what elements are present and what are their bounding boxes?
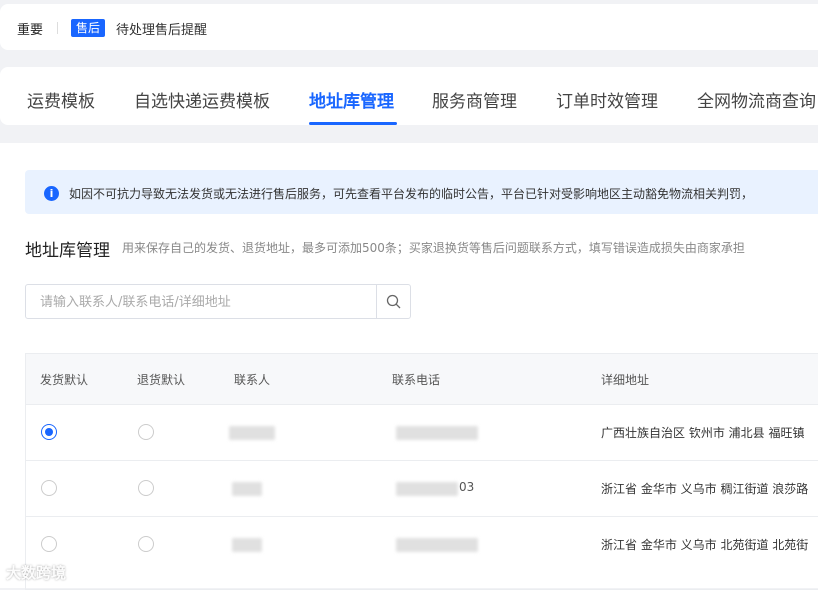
return-default-radio[interactable] bbox=[138, 536, 154, 552]
tab-address-library[interactable]: 地址库管理 bbox=[309, 87, 394, 112]
phone-redacted bbox=[396, 538, 478, 552]
main-panel: i 如因不可抗力导致无法发货或无法进行售后服务，可先查看平台发布的临时公告，平台… bbox=[0, 143, 818, 590]
return-default-radio[interactable] bbox=[138, 480, 154, 496]
return-default-radio[interactable] bbox=[138, 424, 154, 440]
search-icon bbox=[386, 294, 401, 309]
header-address: 详细地址 bbox=[601, 373, 650, 387]
info-banner-text: 如因不可抗力导致无法发货或无法进行售后服务，可先查看平台发布的临时公告，平台已针… bbox=[69, 187, 754, 201]
contact-redacted bbox=[232, 538, 262, 552]
phone-redacted bbox=[396, 482, 458, 496]
table-row: 03 浙江省 金华市 义乌市 稠江街道 浪莎路 bbox=[26, 460, 818, 517]
table-row: 浙江省 金华市 义乌市 北苑街道 北苑街 bbox=[26, 516, 818, 573]
tab-freight-template[interactable]: 运费模板 bbox=[27, 87, 95, 112]
header-contact: 联系人 bbox=[234, 373, 271, 387]
ship-default-radio[interactable] bbox=[41, 480, 57, 496]
divider bbox=[57, 22, 58, 34]
header-phone: 联系电话 bbox=[392, 373, 441, 387]
info-banner: i 如因不可抗力导致无法发货或无法进行售后服务，可先查看平台发布的临时公告，平台… bbox=[25, 170, 818, 214]
tab-custom-express-freight-template[interactable]: 自选快递运费模板 bbox=[134, 87, 270, 112]
phone-cell: 03 bbox=[459, 480, 475, 494]
important-label: 重要 bbox=[17, 23, 44, 38]
table-row: 广西壮族自治区 钦州市 浦北县 福旺镇 bbox=[26, 404, 818, 461]
info-icon: i bbox=[44, 186, 59, 201]
header-return-default: 退货默认 bbox=[137, 373, 186, 387]
search-box bbox=[25, 284, 411, 319]
active-tab-indicator bbox=[309, 122, 397, 125]
ship-default-radio[interactable] bbox=[41, 536, 57, 552]
after-sales-reminder-link[interactable]: 待处理售后提醒 bbox=[116, 19, 207, 38]
contact-redacted bbox=[232, 482, 262, 496]
search-input[interactable] bbox=[38, 291, 372, 313]
address-cell: 浙江省 金华市 义乌市 稠江街道 浪莎路 bbox=[601, 482, 809, 496]
contact-redacted bbox=[229, 426, 275, 440]
tab-bar: 运费模板 自选快递运费模板 地址库管理 服务商管理 订单时效管理 全网物流商查询 bbox=[0, 67, 818, 125]
watermark: 大数跨境 bbox=[6, 564, 67, 582]
notice-bar: 重要 售后 待处理售后提醒 bbox=[0, 4, 818, 50]
tab-service-provider[interactable]: 服务商管理 bbox=[432, 87, 517, 112]
search-button[interactable] bbox=[376, 285, 410, 318]
address-table: 发货默认 退货默认 联系人 联系电话 详细地址 广西壮族自治区 钦州市 浦北县 … bbox=[25, 353, 818, 590]
page-title: 地址库管理 bbox=[25, 241, 110, 261]
after-sales-tag: 售后 bbox=[71, 19, 106, 37]
address-cell: 浙江省 金华市 义乌市 北苑街道 北苑街 bbox=[601, 538, 809, 552]
tab-logistics-query[interactable]: 全网物流商查询 bbox=[697, 87, 816, 112]
ship-default-radio[interactable] bbox=[41, 424, 57, 440]
page-description: 用来保存自己的发货、退货地址，最多可添加500条；买家退换货等售后问题联系方式，… bbox=[122, 241, 745, 255]
table-header: 发货默认 退货默认 联系人 联系电话 详细地址 bbox=[26, 354, 818, 404]
tab-order-timeliness[interactable]: 订单时效管理 bbox=[556, 87, 658, 112]
phone-redacted bbox=[396, 426, 478, 440]
address-cell: 广西壮族自治区 钦州市 浦北县 福旺镇 bbox=[601, 426, 805, 440]
header-ship-default: 发货默认 bbox=[40, 373, 89, 387]
